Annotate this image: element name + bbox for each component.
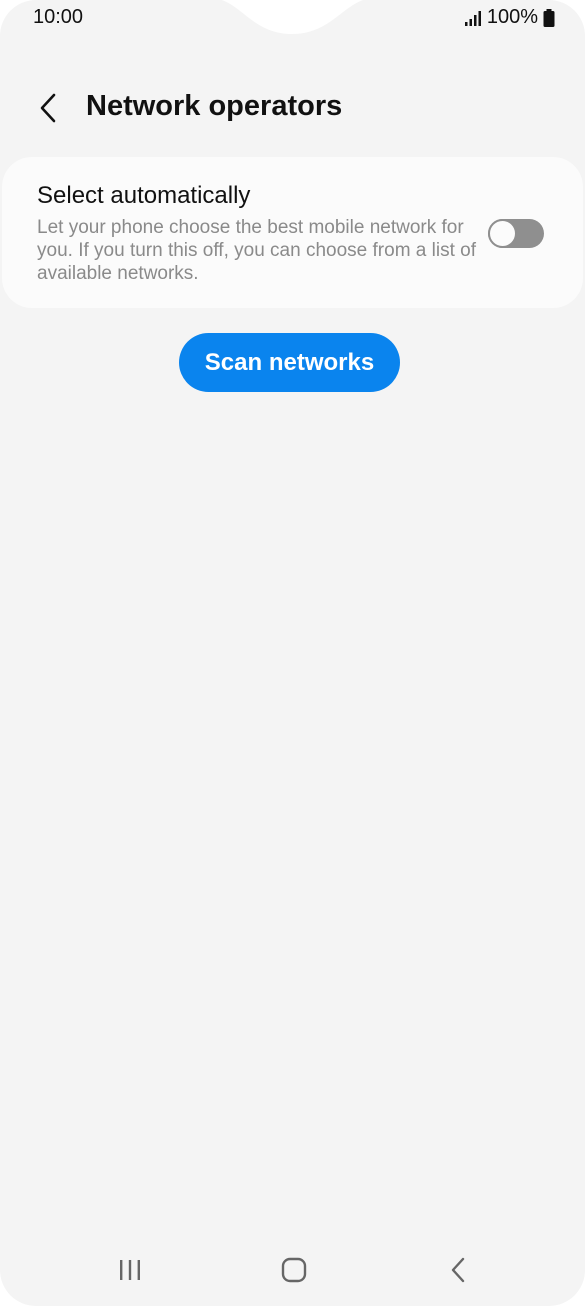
status-time: 10:00 xyxy=(33,6,84,28)
home-icon xyxy=(281,1257,307,1283)
app-header: Network operators xyxy=(0,80,585,140)
navigation-bar xyxy=(0,1240,585,1300)
recent-apps-icon xyxy=(120,1260,140,1280)
select-automatically-title: Select automatically xyxy=(37,182,251,209)
status-bar: 10:00 100% xyxy=(0,0,585,36)
back-button[interactable] xyxy=(28,88,68,128)
back-icon xyxy=(451,1257,465,1283)
select-automatically-toggle[interactable] xyxy=(488,219,544,248)
battery-icon xyxy=(543,8,555,27)
select-automatically-description: Let your phone choose the best mobile ne… xyxy=(37,217,476,284)
chevron-left-icon xyxy=(40,93,56,123)
toggle-knob xyxy=(488,219,517,248)
recent-apps-button[interactable] xyxy=(110,1254,150,1286)
scan-networks-button[interactable]: Scan networks xyxy=(179,333,400,392)
phone-screen: 10:00 100% Network operators Select auto… xyxy=(0,0,585,1306)
signal-icon xyxy=(464,10,481,26)
page-title: Network operators xyxy=(86,90,343,122)
home-button[interactable] xyxy=(274,1254,314,1286)
select-automatically-card[interactable]: Select automatically Let your phone choo… xyxy=(2,157,583,308)
status-icons: 100% xyxy=(464,6,555,29)
battery-percent: 100% xyxy=(486,6,538,28)
nav-back-button[interactable] xyxy=(438,1254,478,1286)
